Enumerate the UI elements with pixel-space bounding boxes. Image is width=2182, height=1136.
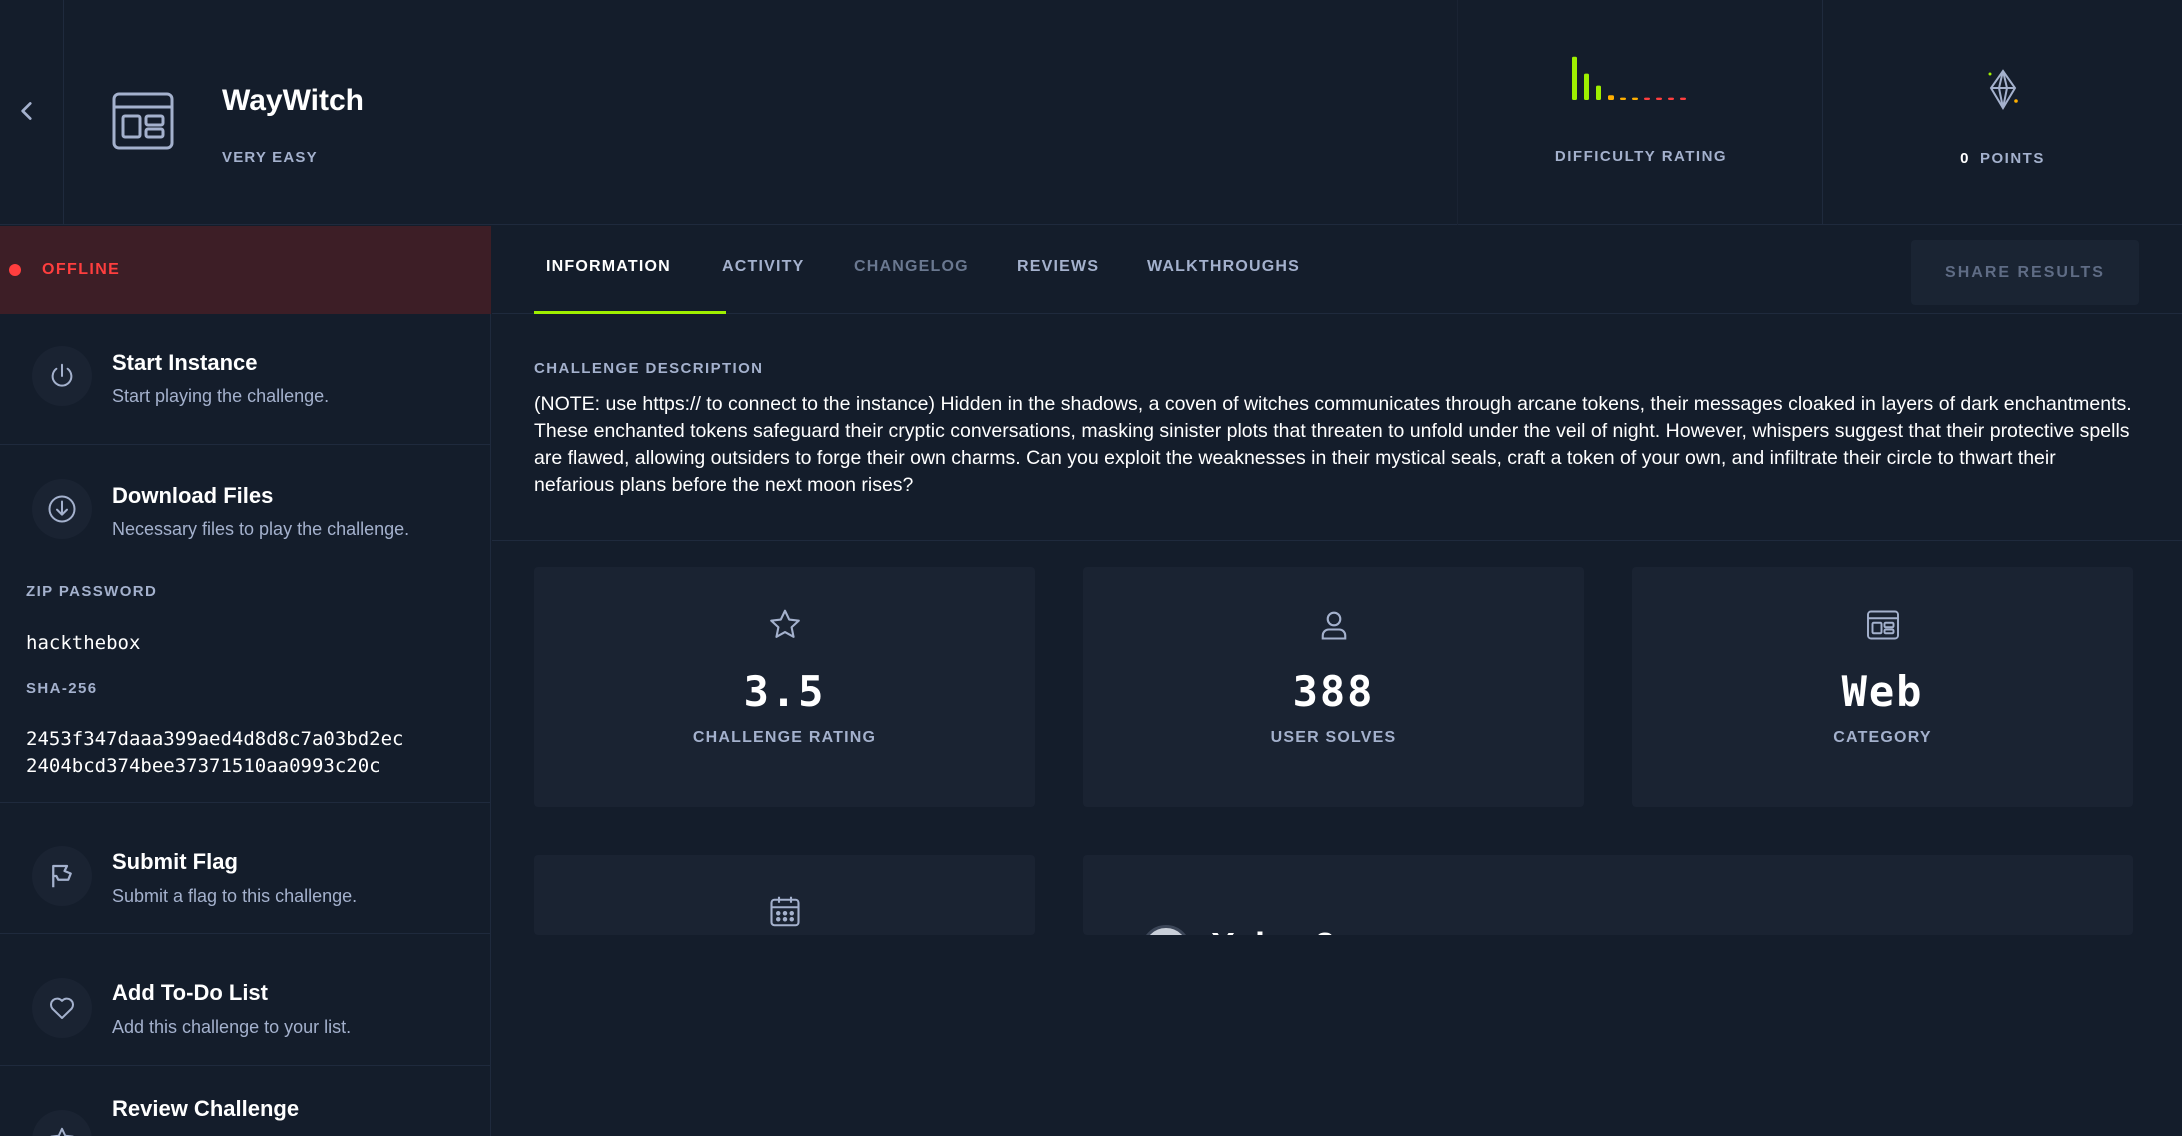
add-todo-button[interactable]: Add To-Do List Add this challenge to you… [0,934,491,1064]
back-column [0,0,64,225]
star-icon [769,609,800,638]
share-results-button[interactable]: SHARE RESULTS [1911,240,2139,305]
difficulty-bar [1584,73,1589,100]
submit-flag-button[interactable]: Submit Flag Submit a flag to this challe… [0,803,491,933]
download-icon [32,479,92,539]
tab-reviews[interactable]: REVIEWS [1017,258,1099,276]
points-line: 0 POINTS [1823,150,2182,167]
difficulty-bar [1620,97,1626,100]
zip-password-value[interactable]: hackthebox [26,630,140,657]
difficulty-bar [1644,97,1650,100]
points-panel: 0 POINTS [1823,0,2182,225]
difficulty-bar [1632,97,1638,100]
user-icon [1321,611,1346,640]
main-content: INFORMATION ACTIVITY CHANGELOG REVIEWS W… [492,226,2182,1136]
add-todo-desc: Add this challenge to your list. [112,1017,352,1037]
difficulty-chart [1572,56,1686,100]
divider [492,540,2182,541]
chevron-left-icon[interactable] [14,98,40,124]
challenge-description-label: CHALLENGE DESCRIPTION [534,360,764,377]
difficulty-bar [1656,97,1662,100]
add-todo-title: Add To-Do List [112,980,268,1005]
difficulty-bar [1608,95,1614,100]
user-solves-label: USER SOLVES [1270,729,1397,746]
submit-flag-title: Submit Flag [112,849,238,874]
instance-status-bar: OFFLINE [0,226,491,314]
diamond-icon [1988,69,2018,110]
review-challenge-button[interactable]: Review Challenge [0,1066,491,1136]
difficulty-bar [1596,85,1601,100]
sha-value-line1[interactable]: 2453f347daaa399aed4d8d8c7a03bd2ec [26,726,404,753]
author-card: Xclow3n [1083,855,2133,935]
download-files-desc: Necessary files to play the challenge. [112,519,410,539]
status-dot [9,264,21,276]
sidebar: OFFLINE Start Instance Start playing the… [0,226,491,1136]
download-files-button[interactable]: Download Files Necessary files to play t… [0,445,491,575]
category-value: Web [1841,667,1924,716]
download-files-title: Download Files [112,483,274,508]
avatar[interactable] [1141,925,1191,935]
challenge-header: WayWitch VERY EASY DIFFICULTY RATING 0 PO… [0,0,2182,225]
difficulty-bar [1572,56,1577,100]
tab-walkthroughs[interactable]: WALKTHROUGHS [1147,258,1300,276]
tab-activity[interactable]: ACTIVITY [722,258,805,276]
challenge-title: WayWitch [222,84,364,117]
user-solves-value: 388 [1292,667,1375,716]
start-instance-button[interactable]: Start Instance Start playing the challen… [0,314,491,444]
tab-changelog[interactable]: CHANGELOG [854,258,969,276]
tab-bar: INFORMATION ACTIVITY CHANGELOG REVIEWS W… [492,226,2182,314]
challenge-description-text: (NOTE: use https:// to connect to the in… [534,393,2132,496]
calendar-icon [769,896,800,927]
challenge-rating-value: 3.5 [743,667,826,716]
star-icon [32,1110,92,1136]
user-solves-card: 388 USER SOLVES [1083,567,1584,807]
points-label: POINTS [1980,150,2045,167]
difficulty-rating: DIFFICULTY RATING [1457,0,1823,225]
web-window-icon [1866,610,1899,640]
author-name[interactable]: Xclow3n [1211,925,1357,935]
difficulty-text: VERY EASY [222,149,318,166]
difficulty-rating-label: DIFFICULTY RATING [1554,148,1728,165]
tab-information[interactable]: INFORMATION [546,258,671,276]
category-card: Web CATEGORY [1632,567,2133,807]
start-instance-desc: Start playing the challenge. [112,386,330,406]
start-instance-title: Start Instance [112,350,258,375]
sha-label: SHA-256 [26,680,98,697]
challenge-rating-card: 3.5 CHALLENGE RATING [534,567,1035,807]
status-text: OFFLINE [42,261,121,278]
flag-icon [32,846,92,906]
review-challenge-title: Review Challenge [112,1096,300,1121]
sha-value-line2[interactable]: 2404bcd374bee37371510aa0993c20c [26,753,381,780]
points-value: 0 [1960,150,1970,167]
heart-icon [32,978,92,1038]
category-label: CATEGORY [1833,729,1932,746]
challenge-rating-label: CHALLENGE RATING [692,729,877,746]
release-date-card [534,855,1035,935]
difficulty-bar [1680,97,1686,100]
web-window-icon [112,92,174,150]
active-tab-indicator [534,311,726,314]
power-icon [32,346,92,406]
zip-password-label: ZIP PASSWORD [26,583,158,600]
submit-flag-desc: Submit a flag to this challenge. [112,886,358,906]
difficulty-bar [1668,97,1674,100]
